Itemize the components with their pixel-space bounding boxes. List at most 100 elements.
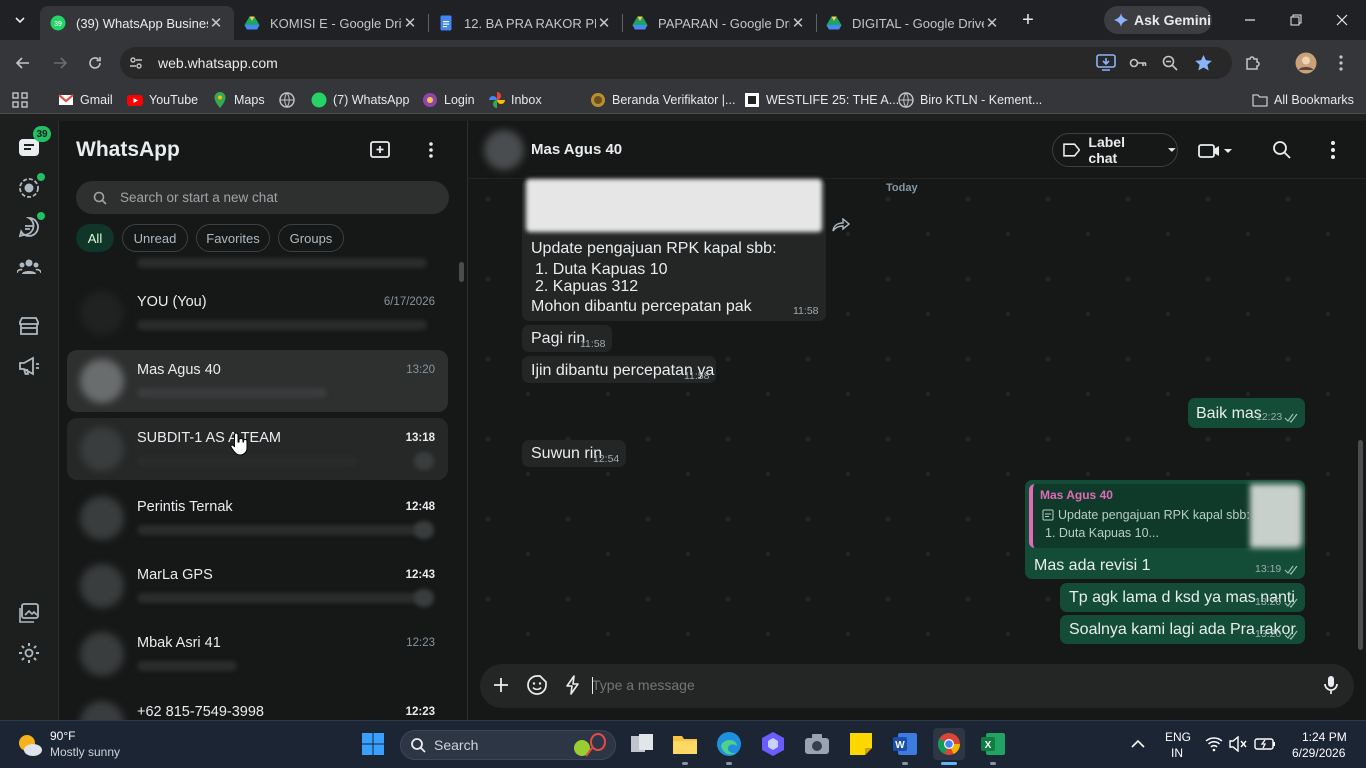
bookmark-login[interactable]: Login <box>422 92 475 108</box>
tab-whatsapp[interactable]: 39 (39) WhatsApp Business ✕ <box>40 6 234 40</box>
all-bookmarks-button[interactable]: All Bookmarks <box>1252 92 1354 108</box>
clock-date[interactable]: 6/29/2026 <box>1292 746 1345 760</box>
bookmark-inbox[interactable]: Inbox <box>489 92 542 108</box>
bookmark-westlife[interactable]: WESTLIFE 25: THE A... <box>744 92 899 108</box>
bookmark-youtube[interactable]: YouTube <box>127 92 198 108</box>
ask-gemini-button[interactable]: Ask Gemini <box>1104 6 1212 34</box>
zoom-button[interactable] <box>1158 51 1182 75</box>
close-icon[interactable]: ✕ <box>402 15 418 32</box>
reload-button[interactable] <box>83 51 107 75</box>
chat-item[interactable]: +62 815-7549-3998 12:23 <box>67 692 448 720</box>
restore-button[interactable] <box>1284 8 1308 32</box>
start-button[interactable] <box>357 728 389 760</box>
taskbar-sticky-notes[interactable] <box>845 728 877 760</box>
tab-paparan[interactable]: PAPARAN - Google Drive ✕ <box>622 6 816 40</box>
message-image[interactable] <box>526 179 822 232</box>
chat-menu-button[interactable] <box>1330 140 1352 162</box>
filter-unread[interactable]: Unread <box>122 224 188 252</box>
bookmark-gmail[interactable]: Gmail <box>58 92 113 108</box>
close-icon[interactable]: ✕ <box>984 15 1000 32</box>
minimize-button[interactable] <box>1238 8 1262 32</box>
rail-ads-button[interactable] <box>17 354 41 378</box>
extensions-button[interactable] <box>1241 51 1265 75</box>
chat-item[interactable]: Mas Agus 40 13:20 <box>67 350 448 412</box>
avatar[interactable] <box>484 130 524 170</box>
apps-button[interactable] <box>12 92 28 108</box>
chat-item[interactable]: YOU (You) 6/17/2026 <box>67 282 448 344</box>
install-app-button[interactable] <box>1094 51 1118 75</box>
input-region[interactable]: IN <box>1171 746 1183 760</box>
rail-communities-button[interactable] <box>17 255 41 279</box>
rail-media-button[interactable] <box>17 601 41 625</box>
weather-temperature[interactable]: 90°F <box>50 729 75 743</box>
filter-favorites[interactable]: Favorites <box>196 224 270 252</box>
label-chat-button[interactable]: Label chat <box>1052 133 1178 167</box>
taskbar-word[interactable]: W <box>889 728 921 760</box>
volume-muted-icon[interactable] <box>1229 736 1247 752</box>
bookmark-maps[interactable]: Maps <box>212 92 265 108</box>
chat-item[interactable]: Perintis Ternak 12:48 <box>67 487 448 549</box>
sidebar-menu-button[interactable] <box>419 138 443 162</box>
profile-button[interactable] <box>1294 51 1318 75</box>
url-text[interactable]: web.whatsapp.com <box>158 55 278 71</box>
chat-item[interactable]: MarLa GPS 12:43 <box>67 555 448 617</box>
weather-condition[interactable]: Mostly sunny <box>50 745 120 759</box>
chat-item[interactable]: SUBDIT-1 AS A TEAM 13:18 <box>67 418 448 480</box>
rail-settings-button[interactable] <box>17 641 41 665</box>
bookmark-whatsapp[interactable]: (7) WhatsApp <box>311 92 409 108</box>
filter-groups[interactable]: Groups <box>278 224 344 252</box>
tab-komisi-e[interactable]: KOMISI E - Google Drive ✕ <box>234 6 428 40</box>
filter-all[interactable]: All <box>76 224 114 252</box>
show-hidden-icons-button[interactable] <box>1122 728 1154 760</box>
password-key-button[interactable] <box>1126 51 1150 75</box>
close-icon[interactable]: ✕ <box>208 15 224 32</box>
emoji-button[interactable] <box>527 675 549 697</box>
tab-ba-pra-rakor[interactable]: 12. BA PRA RAKOR PERHUBUNGAN ✕ <box>428 6 622 40</box>
tab-digital[interactable]: DIGITAL - Google Drive ✕ <box>816 6 1010 40</box>
input-language[interactable]: ENG <box>1165 730 1191 744</box>
attach-button[interactable] <box>491 675 513 697</box>
weather-sun-icon[interactable] <box>16 732 44 758</box>
partial-chat-preview <box>137 258 427 268</box>
new-chat-button[interactable] <box>368 138 392 162</box>
new-tab-button[interactable]: + <box>1016 8 1040 32</box>
close-icon[interactable]: ✕ <box>790 15 806 32</box>
video-call-button[interactable] <box>1198 140 1232 162</box>
double-check-icon <box>1284 413 1298 423</box>
clock-time[interactable]: 1:24 PM <box>1302 730 1347 744</box>
text-caret <box>592 677 593 694</box>
excel-icon: X <box>981 733 1005 755</box>
back-button[interactable] <box>11 51 35 75</box>
taskbar-camera[interactable] <box>801 728 833 760</box>
search-chat-button[interactable] <box>1272 140 1294 162</box>
close-window-button[interactable] <box>1330 8 1354 32</box>
bookmark-biro-ktln[interactable]: Biro KTLN - Kement... <box>898 92 1042 108</box>
chat-item[interactable]: Mbak Asri 41 12:23 <box>67 623 448 685</box>
taskbar-excel[interactable]: X <box>977 728 1009 760</box>
taskbar-chrome[interactable] <box>933 728 965 760</box>
voice-message-button[interactable] <box>1321 675 1343 697</box>
battery-charging-icon[interactable] <box>1254 737 1276 751</box>
taskbar-edge[interactable] <box>713 728 745 760</box>
rail-catalog-button[interactable] <box>17 314 41 338</box>
bookmark-globe[interactable] <box>279 92 301 108</box>
close-icon[interactable]: ✕ <box>596 15 612 32</box>
contact-name[interactable]: Mas Agus 40 <box>531 141 622 158</box>
bookmark-label: YouTube <box>149 93 199 107</box>
taskbar-task-view[interactable] <box>626 728 658 760</box>
chrome-menu-button[interactable] <box>1329 51 1353 75</box>
taskbar-file-explorer[interactable] <box>669 728 701 760</box>
site-info-button[interactable] <box>124 51 148 75</box>
forward-button[interactable] <box>48 51 72 75</box>
chat-list-scrollbar[interactable] <box>459 262 464 282</box>
bookmark-star-button[interactable] <box>1191 51 1215 75</box>
conversation-scrollbar[interactable] <box>1358 440 1363 650</box>
forward-icon[interactable] <box>832 218 854 236</box>
message-input[interactable] <box>592 670 1292 700</box>
bookmark-beranda[interactable]: Beranda Verifikator |... <box>590 92 735 108</box>
wifi-icon[interactable] <box>1205 736 1223 752</box>
quick-replies-button[interactable] <box>563 675 585 697</box>
taskbar-copilot[interactable] <box>757 728 789 760</box>
address-bar[interactable] <box>120 47 1232 79</box>
tab-search-button[interactable] <box>8 8 32 32</box>
